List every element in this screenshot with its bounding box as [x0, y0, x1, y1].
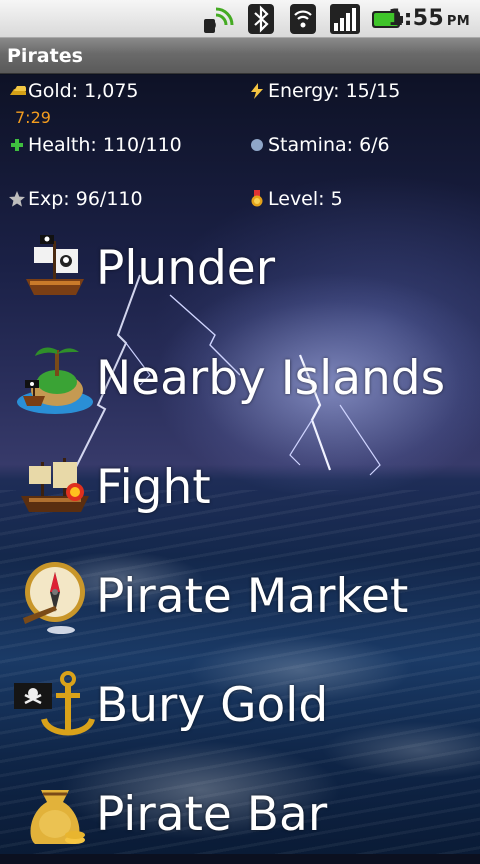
medal-icon: [248, 190, 266, 208]
gold-stat: Gold: 1,075: [8, 80, 139, 102]
lightning-icon: [248, 82, 266, 100]
health-stat: Health: 110/110: [8, 134, 182, 156]
menu-label-nearby-islands: Nearby Islands: [96, 350, 446, 406]
app-title: Pirates: [7, 45, 83, 67]
menu-label-fight: Fight: [96, 459, 211, 515]
stamina-stat: Stamina: 6/6: [248, 134, 390, 156]
health-text: Health: 110/110: [28, 134, 182, 156]
compass-icon: [14, 555, 96, 637]
menu-label-plunder: Plunder: [96, 240, 276, 296]
level-text: Level: 5: [268, 188, 343, 210]
battle-ship-icon: [14, 446, 96, 528]
clock-ampm: PM: [446, 14, 470, 29]
pirate-ship-icon: [14, 227, 96, 309]
energy-stat: Energy: 15/15: [248, 80, 400, 102]
signal-waves-icon: [203, 3, 235, 35]
status-clock: 1:55 PM: [388, 6, 470, 31]
island-icon: [14, 337, 96, 419]
menu-item-pirate-market[interactable]: Pirate Market: [14, 546, 480, 646]
cell-signal-icon: [329, 3, 361, 35]
anchor-flag-icon: [14, 664, 96, 746]
gold-timer: 7:29: [15, 108, 51, 127]
menu-item-pirate-bar[interactable]: Pirate Bar: [14, 764, 480, 864]
clock-time: 1:55: [388, 6, 444, 31]
app-title-bar: Pirates: [0, 38, 480, 74]
exp-stat: Exp: 96/110: [8, 188, 143, 210]
stamina-dot-icon: [248, 136, 266, 154]
menu-item-plunder[interactable]: Plunder: [14, 218, 480, 318]
health-cross-icon: [8, 136, 26, 154]
menu-item-bury-gold[interactable]: Bury Gold: [14, 655, 480, 755]
gold-sack-icon: [14, 773, 96, 855]
menu-item-fight[interactable]: Fight: [14, 437, 480, 537]
gold-bars-icon: [8, 82, 26, 100]
menu-label-pirate-bar: Pirate Bar: [96, 786, 328, 842]
menu-label-bury-gold: Bury Gold: [96, 677, 329, 733]
level-stat: Level: 5: [248, 188, 343, 210]
menu-label-pirate-market: Pirate Market: [96, 568, 409, 624]
menu-item-nearby-islands[interactable]: Nearby Islands: [14, 328, 480, 428]
gold-text: Gold: 1,075: [28, 80, 139, 102]
energy-text: Energy: 15/15: [268, 80, 401, 102]
star-icon: [8, 190, 26, 208]
status-icons: [203, 3, 403, 35]
stamina-text: Stamina: 6/6: [268, 134, 390, 156]
bluetooth-icon: [245, 3, 277, 35]
status-bar: 1:55 PM: [0, 0, 480, 38]
exp-text: Exp: 96/110: [28, 188, 143, 210]
wifi-icon: [287, 3, 319, 35]
